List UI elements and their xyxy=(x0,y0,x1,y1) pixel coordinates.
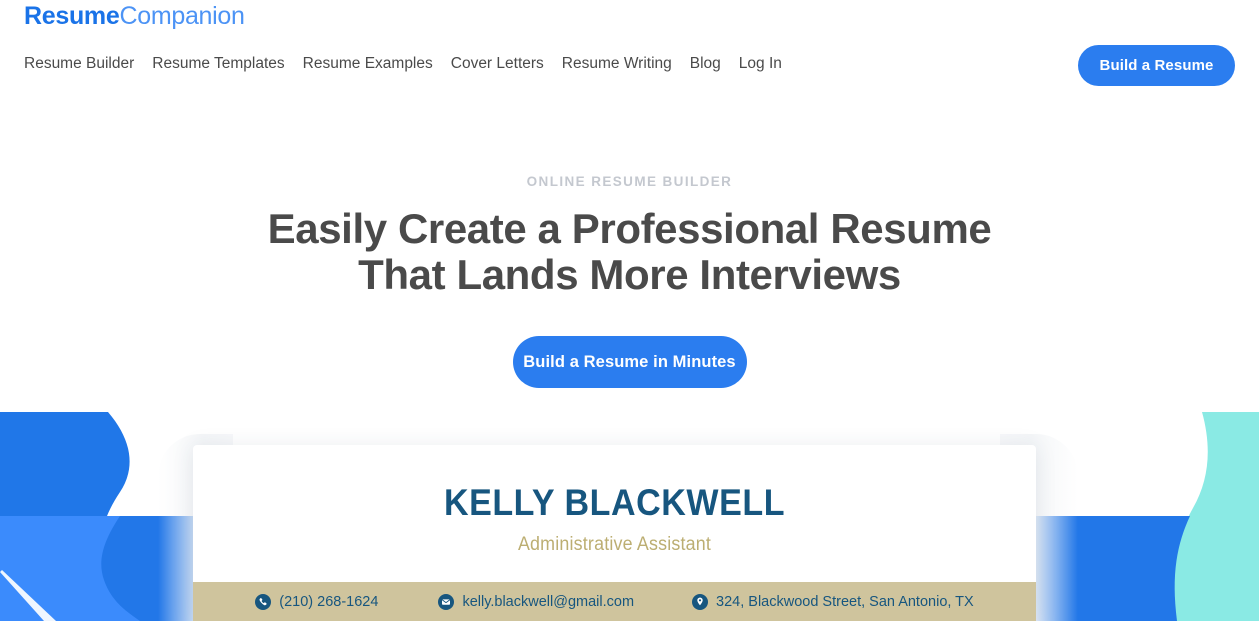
nav-item-resume-writing[interactable]: Resume Writing xyxy=(553,53,681,75)
page-root: KELLY BLACKWELL Administrative Assistant… xyxy=(0,0,1259,621)
email-icon xyxy=(438,593,455,610)
nav-item-log-in[interactable]: Log In xyxy=(730,53,791,75)
hero-title-line-2: That Lands More Interviews xyxy=(358,251,901,298)
contact-email: kelly.blackwell@gmail.com xyxy=(438,593,634,611)
hero-section: ONLINE RESUME BUILDER Easily Create a Pr… xyxy=(0,96,1259,388)
resume-candidate-role: Administrative Assistant xyxy=(517,534,712,555)
contact-email-value: kelly.blackwell@gmail.com xyxy=(462,593,635,610)
site-header: ResumeCompanion Resume Builder Resume Te… xyxy=(0,0,1259,96)
hero-title-line-1: Easily Create a Professional Resume xyxy=(267,205,992,252)
logo-text-light: Companion xyxy=(119,2,245,30)
hero-cta-wrap: Build a Resume in Minutes xyxy=(0,336,1259,388)
resume-preview-card[interactable]: KELLY BLACKWELL Administrative Assistant… xyxy=(193,445,1036,621)
contact-phone: (210) 268-1624 xyxy=(255,593,378,611)
site-logo[interactable]: ResumeCompanion xyxy=(24,1,245,31)
nav-item-resume-builder[interactable]: Resume Builder xyxy=(24,53,143,75)
location-icon xyxy=(692,593,709,610)
logo-text-strong: Resume xyxy=(24,2,120,30)
contact-address-value: 324, Blackwood Street, San Antonio, TX xyxy=(716,593,974,610)
nav-item-resume-examples[interactable]: Resume Examples xyxy=(294,53,442,75)
nav-item-blog[interactable]: Blog xyxy=(681,53,730,75)
page-title: Easily Create a Professional Resume That… xyxy=(0,206,1259,298)
hero-eyebrow: ONLINE RESUME BUILDER xyxy=(526,174,733,189)
contact-address: 324, Blackwood Street, San Antonio, TX xyxy=(692,593,974,611)
resume-contact-bar: (210) 268-1624 kelly.blackwell@gmail.com xyxy=(193,582,1036,621)
build-a-resume-button[interactable]: Build a Resume xyxy=(1078,45,1235,86)
build-resume-in-minutes-button[interactable]: Build a Resume in Minutes xyxy=(512,336,747,388)
phone-icon xyxy=(255,593,272,610)
nav-item-cover-letters[interactable]: Cover Letters xyxy=(442,53,553,75)
resume-candidate-name: KELLY BLACKWELL xyxy=(443,482,786,523)
main-navigation: Resume Builder Resume Templates Resume E… xyxy=(24,53,791,75)
nav-item-resume-templates[interactable]: Resume Templates xyxy=(143,53,293,75)
contact-phone-value: (210) 268-1624 xyxy=(279,593,379,610)
